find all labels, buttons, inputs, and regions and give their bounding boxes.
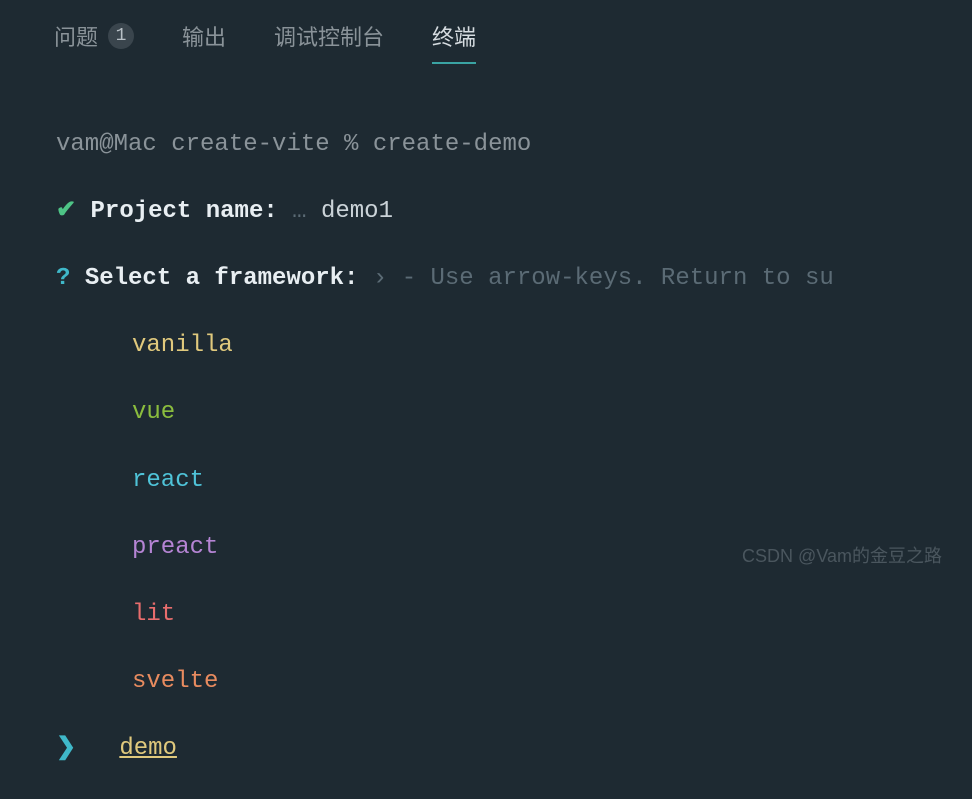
prompt-hint: - Use arrow-keys. Return to su <box>402 265 834 292</box>
problems-count-badge: 1 <box>108 23 134 49</box>
tab-debug-console[interactable]: 调试控制台 <box>270 12 388 64</box>
option-vue[interactable]: vue <box>56 396 942 430</box>
question-icon: ? <box>56 265 70 292</box>
option-demo-selected[interactable]: ❯ demo <box>56 732 942 766</box>
watermark-text: CSDN @Vam的金豆之路 <box>742 542 942 568</box>
project-name-value: demo1 <box>321 198 393 225</box>
tab-output[interactable]: 输出 <box>178 12 230 64</box>
panel-tabs: 问题 1 输出 调试控制台 终端 <box>0 0 972 64</box>
selection-cursor-icon: ❯ <box>56 735 76 762</box>
prompt-arrow: › <box>373 265 387 292</box>
option-svelte[interactable]: svelte <box>56 665 942 699</box>
terminal-output[interactable]: vam@Mac create-vite % create-demo ✔ Proj… <box>0 64 972 799</box>
tab-output-label: 输出 <box>182 20 226 52</box>
select-framework-line: ? Select a framework: › - Use arrow-keys… <box>56 262 942 296</box>
select-framework-label: Select a framework: <box>85 265 359 292</box>
tab-terminal-label: 终端 <box>432 20 476 52</box>
option-react[interactable]: react <box>56 464 942 498</box>
option-vanilla[interactable]: vanilla <box>56 329 942 363</box>
check-icon: ✔ <box>56 198 76 225</box>
tab-problems-label: 问题 <box>54 20 98 52</box>
ellipsis: … <box>292 198 306 225</box>
option-demo-label: demo <box>119 735 177 762</box>
shell-prompt-line: vam@Mac create-vite % create-demo <box>56 128 942 162</box>
tab-debug-label: 调试控制台 <box>274 20 384 52</box>
option-lit[interactable]: lit <box>56 598 942 632</box>
project-name-label: Project name: <box>91 198 278 225</box>
tab-terminal[interactable]: 终端 <box>428 12 480 64</box>
project-name-line: ✔ Project name: … demo1 <box>56 195 942 229</box>
tab-problems[interactable]: 问题 1 <box>50 12 138 64</box>
